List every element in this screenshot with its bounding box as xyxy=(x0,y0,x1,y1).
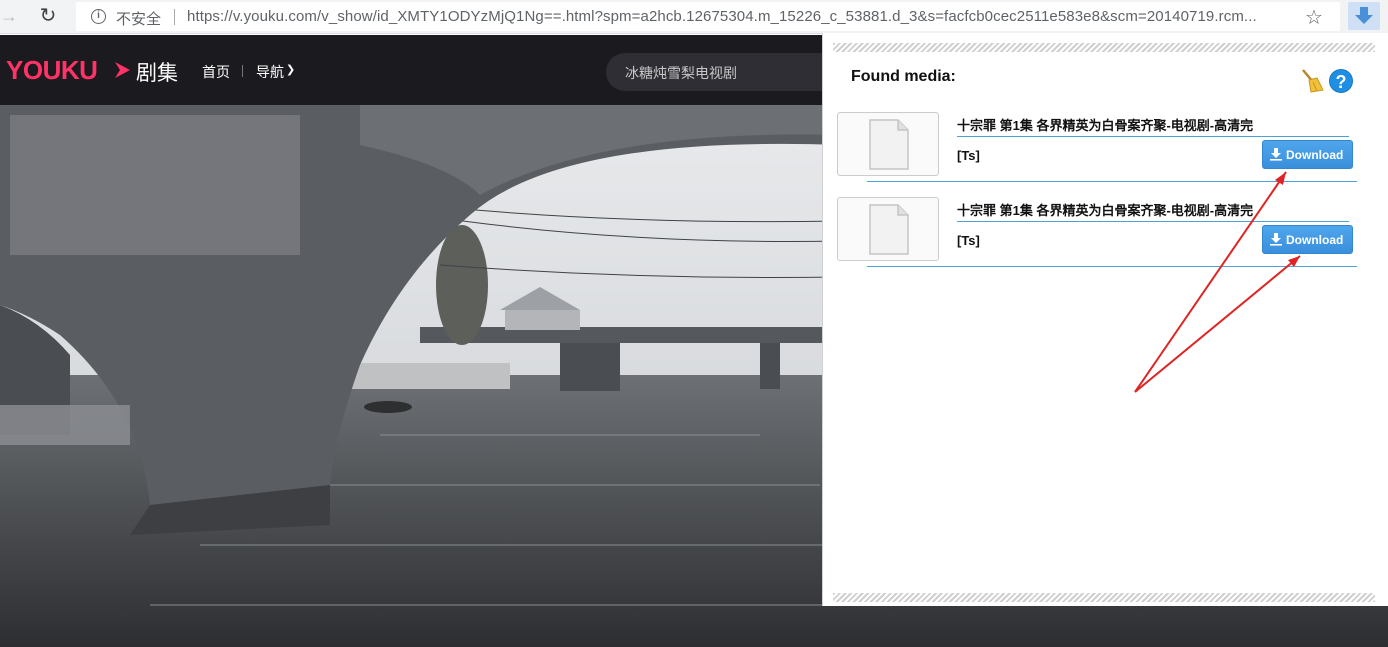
media-title: 十宗罪 第1集 各界精英为白骨案齐聚-电视剧-高清完 xyxy=(957,203,1254,218)
download-button-label: Download xyxy=(1286,233,1344,247)
item-divider xyxy=(867,266,1357,267)
site-search-input[interactable]: 冰糖炖雪梨电视剧 xyxy=(606,53,846,91)
nav-menu-link[interactable]: 导航 xyxy=(256,62,284,82)
download-icon xyxy=(1270,148,1282,161)
popup-bottom-border xyxy=(833,593,1375,602)
media-item: 十宗罪 第1集 各界精英为白骨案齐聚-电视剧-高清完 [Ts] Download xyxy=(837,197,1357,267)
address-separator xyxy=(174,9,175,25)
download-icon xyxy=(1270,233,1282,246)
popup-title: Found media: xyxy=(851,68,956,85)
file-icon xyxy=(869,119,909,170)
url-text[interactable]: https://v.youku.com/v_show/id_XMTY1ODYzM… xyxy=(187,8,1297,25)
channel-label[interactable]: 剧集 xyxy=(136,57,178,87)
nav-home-link[interactable]: 首页 xyxy=(202,62,230,82)
download-extension-icon[interactable] xyxy=(1348,2,1380,30)
download-button[interactable]: Download xyxy=(1262,225,1353,254)
divider xyxy=(957,136,1349,137)
media-thumbnail xyxy=(837,197,939,261)
item-divider xyxy=(867,181,1357,182)
address-bar[interactable]: i 不安全 https://v.youku.com/v_show/id_XMTY… xyxy=(76,2,1340,31)
media-thumbnail xyxy=(837,112,939,176)
reload-icon[interactable]: ↻ xyxy=(36,4,60,28)
divider xyxy=(957,221,1349,222)
download-button-label: Download xyxy=(1286,148,1344,162)
search-placeholder: 冰糖炖雪梨电视剧 xyxy=(625,65,737,81)
chevron-down-icon[interactable]: ❯ xyxy=(286,63,295,76)
media-title: 十宗罪 第1集 各界精英为白骨案齐聚-电视剧-高清完 xyxy=(957,118,1254,133)
media-format: [Ts] xyxy=(957,148,980,163)
info-icon[interactable]: i xyxy=(91,9,106,24)
media-format: [Ts] xyxy=(957,233,980,248)
popup-top-border xyxy=(833,43,1375,52)
help-icon[interactable]: ? xyxy=(1329,69,1353,93)
security-label: 不安全 xyxy=(116,11,162,28)
nav-divider xyxy=(242,65,243,77)
download-button[interactable]: Download xyxy=(1262,140,1353,169)
broom-clear-icon[interactable] xyxy=(1299,68,1325,94)
file-icon xyxy=(869,204,909,255)
media-downloader-popup: Found media: ? 十宗罪 第1集 各界精英为白骨案齐聚-电视剧-高清… xyxy=(822,33,1388,606)
browser-toolbar: → ↻ i 不安全 https://v.youku.com/v_show/id_… xyxy=(0,0,1388,34)
back-arrow-icon[interactable]: → xyxy=(0,6,18,26)
star-icon[interactable]: ☆ xyxy=(1305,5,1323,30)
play-logo-icon xyxy=(115,62,130,78)
logo-text: YOUKU xyxy=(6,55,98,85)
media-item: 十宗罪 第1集 各界精英为白骨案齐聚-电视剧-高清完 [Ts] Download xyxy=(837,112,1357,182)
